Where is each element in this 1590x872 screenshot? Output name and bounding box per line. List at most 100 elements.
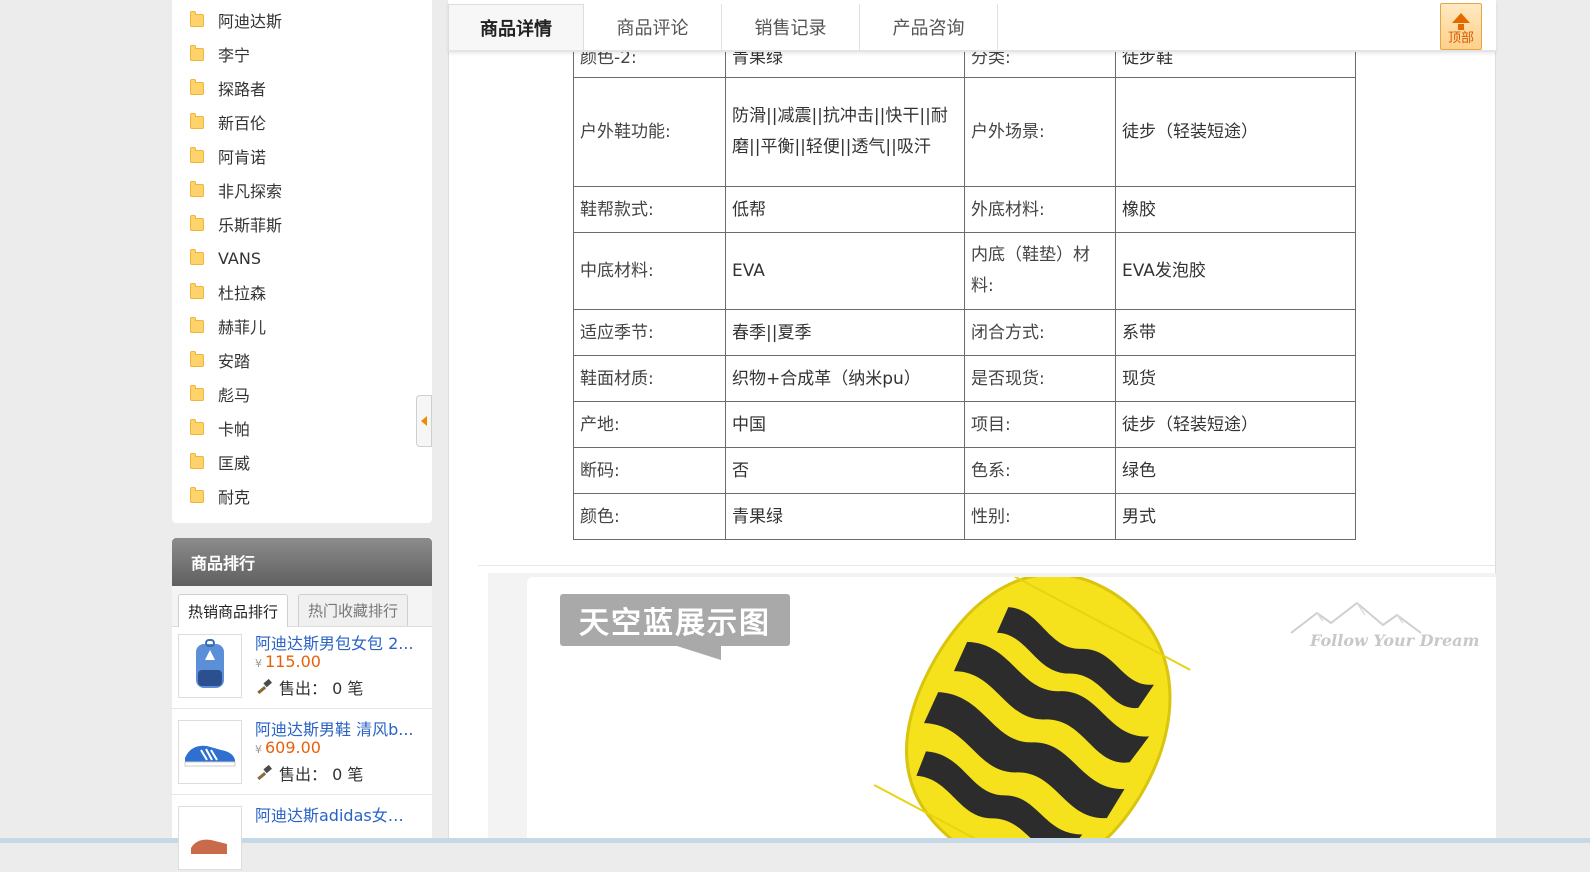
product-link[interactable]: 阿迪达斯男鞋 清风b... bbox=[255, 716, 415, 740]
brand-item[interactable]: 李宁 bbox=[190, 42, 250, 66]
spec-key: 鞋帮款式: bbox=[573, 186, 726, 233]
ranking-tabs: 热销商品排行 热门收藏排行 bbox=[172, 586, 432, 627]
spec-key: 产地: bbox=[573, 401, 726, 448]
spec-value: 橡胶 bbox=[1115, 186, 1356, 233]
brand-item[interactable]: 阿肯诺 bbox=[190, 144, 266, 168]
tab-hot-sales[interactable]: 热销商品排行 bbox=[178, 594, 289, 627]
product-thumbnail[interactable] bbox=[178, 806, 242, 870]
brand-label: 杜拉森 bbox=[218, 284, 267, 303]
brand-item[interactable]: 非凡探索 bbox=[190, 178, 282, 202]
brand-item[interactable]: 赫菲儿 bbox=[190, 314, 266, 338]
folder-icon bbox=[190, 418, 204, 435]
brand-item[interactable]: 安踏 bbox=[190, 348, 250, 372]
sold-value: 0 笔 bbox=[332, 679, 364, 698]
spec-row: 户外鞋功能: 防滑||减震||抗冲击||快干||耐磨||平衡||轻便||透气||… bbox=[573, 77, 1356, 187]
hammer-icon bbox=[255, 678, 273, 695]
spec-key: 外底材料: bbox=[964, 186, 1116, 233]
product-price: ¥609.00 bbox=[255, 738, 321, 757]
brand-label: 李宁 bbox=[218, 46, 251, 65]
sidebar-collapse-handle[interactable] bbox=[416, 395, 432, 447]
folder-icon bbox=[190, 112, 204, 129]
product-spec-table: 颜色-2: 青果绿 分类: 徒步鞋 户外鞋功能: 防滑||减震||抗冲击||快干… bbox=[573, 40, 1356, 540]
arrow-up-icon bbox=[1452, 13, 1470, 23]
folder-icon bbox=[190, 78, 204, 95]
brand-item[interactable]: 探路者 bbox=[190, 76, 266, 100]
spec-key: 闭合方式: bbox=[964, 309, 1116, 356]
brand-item[interactable]: 乐斯菲斯 bbox=[190, 212, 282, 236]
spec-row: 断码: 否 色系: 绿色 bbox=[573, 447, 1356, 494]
brand-label: 非凡探索 bbox=[218, 182, 283, 201]
folder-icon bbox=[190, 350, 204, 367]
shoe-image bbox=[191, 839, 227, 854]
brand-label: 彪马 bbox=[218, 386, 251, 405]
brand-item[interactable]: VANS bbox=[190, 246, 261, 270]
spec-value: 低帮 bbox=[725, 186, 965, 233]
spec-key: 颜色: bbox=[573, 493, 726, 540]
spec-value: 中国 bbox=[725, 401, 965, 448]
ranking-item[interactable]: 阿迪达斯男鞋 清风b... ¥609.00 售出： 0 笔 bbox=[178, 716, 428, 786]
tab-product-inquiry[interactable]: 产品咨询 bbox=[860, 4, 998, 50]
sold-value: 0 笔 bbox=[332, 765, 364, 784]
spec-value: EVA bbox=[725, 232, 965, 310]
ranking-item[interactable]: 阿迪达斯男包女包 2... ¥115.00 售出： 0 笔 bbox=[178, 630, 428, 700]
brand-label: 阿迪达斯 bbox=[218, 12, 283, 31]
currency-symbol: ¥ bbox=[255, 743, 262, 756]
hammer-icon bbox=[255, 764, 273, 781]
brand-label: VANS bbox=[218, 248, 261, 268]
brand-item[interactable]: 匡威 bbox=[190, 450, 250, 474]
spec-value: 织物+合成革（纳米pu） bbox=[725, 355, 965, 402]
spec-value: EVA发泡胶 bbox=[1115, 232, 1356, 310]
panel-border bbox=[448, 0, 449, 838]
brand-label: 赫菲儿 bbox=[218, 318, 267, 337]
spec-value: 防滑||减震||抗冲击||快干||耐磨||平衡||轻便||透气||吸汗 bbox=[725, 77, 965, 187]
spec-key: 户外场景: bbox=[964, 77, 1116, 187]
product-link[interactable]: 阿迪达斯adidas女鞋... bbox=[255, 802, 415, 826]
brand-label: 耐克 bbox=[218, 488, 251, 507]
back-to-top-button[interactable]: 顶部 bbox=[1440, 3, 1482, 50]
brand-item[interactable]: 阿迪达斯 bbox=[190, 8, 282, 32]
sold-label: 售出： bbox=[279, 679, 328, 698]
brand-label: 乐斯菲斯 bbox=[218, 216, 283, 235]
spec-key: 内底（鞋垫）材料: bbox=[964, 232, 1116, 310]
folder-icon bbox=[190, 146, 204, 163]
spec-key: 户外鞋功能: bbox=[573, 77, 726, 187]
spec-value: 徒步（轻装短途） bbox=[1115, 401, 1356, 448]
ranking-title: 商品排行 bbox=[172, 538, 432, 586]
brand-item[interactable]: 新百伦 bbox=[190, 110, 266, 134]
brand-item[interactable]: 彪马 bbox=[190, 382, 250, 406]
promo-label-tail bbox=[677, 646, 721, 660]
folder-icon bbox=[190, 214, 204, 231]
spec-row: 颜色: 青果绿 性别: 男式 bbox=[573, 493, 1356, 540]
spec-row: 产地: 中国 项目: 徒步（轻装短途） bbox=[573, 401, 1356, 448]
folder-icon bbox=[190, 452, 204, 469]
tab-hot-favorites[interactable]: 热门收藏排行 bbox=[298, 594, 409, 626]
product-thumbnail[interactable] bbox=[178, 634, 242, 698]
divider bbox=[172, 708, 432, 709]
spec-value: 现货 bbox=[1115, 355, 1356, 402]
brand-item[interactable]: 卡帕 bbox=[190, 416, 250, 440]
tab-product-reviews[interactable]: 商品评论 bbox=[584, 4, 722, 50]
brand-label: 新百伦 bbox=[218, 114, 267, 133]
back-to-top-label: 顶部 bbox=[1447, 31, 1474, 46]
brand-item[interactable]: 杜拉森 bbox=[190, 280, 266, 304]
brand-list-panel: 阿迪达斯 李宁 探路者 新百伦 阿肯诺 非凡探索 乐斯菲斯 VANS 杜拉森 赫… bbox=[172, 0, 432, 523]
spec-key: 适应季节: bbox=[573, 309, 726, 356]
folder-icon bbox=[190, 486, 204, 503]
brand-label: 探路者 bbox=[218, 80, 267, 99]
spec-key: 断码: bbox=[573, 447, 726, 494]
spec-row: 中底材料: EVA 内底（鞋垫）材料: EVA发泡胶 bbox=[573, 232, 1356, 310]
product-link[interactable]: 阿迪达斯男包女包 2... bbox=[255, 630, 415, 654]
brand-label: 匡威 bbox=[218, 454, 251, 473]
tab-product-details[interactable]: 商品详情 bbox=[448, 4, 584, 50]
brand-item[interactable]: 耐克 bbox=[190, 484, 250, 508]
spec-value: 系带 bbox=[1115, 309, 1356, 356]
spec-key: 中底材料: bbox=[573, 232, 726, 310]
tab-sales-records[interactable]: 销售记录 bbox=[722, 4, 860, 50]
spec-key: 色系: bbox=[964, 447, 1116, 494]
brand-label: 卡帕 bbox=[218, 420, 251, 439]
shoe-image bbox=[184, 745, 236, 767]
ranking-item[interactable]: 阿迪达斯adidas女鞋... bbox=[178, 802, 428, 872]
spec-key: 项目: bbox=[964, 401, 1116, 448]
spec-row: 鞋帮款式: 低帮 外底材料: 橡胶 bbox=[573, 186, 1356, 233]
product-thumbnail[interactable] bbox=[178, 720, 242, 784]
